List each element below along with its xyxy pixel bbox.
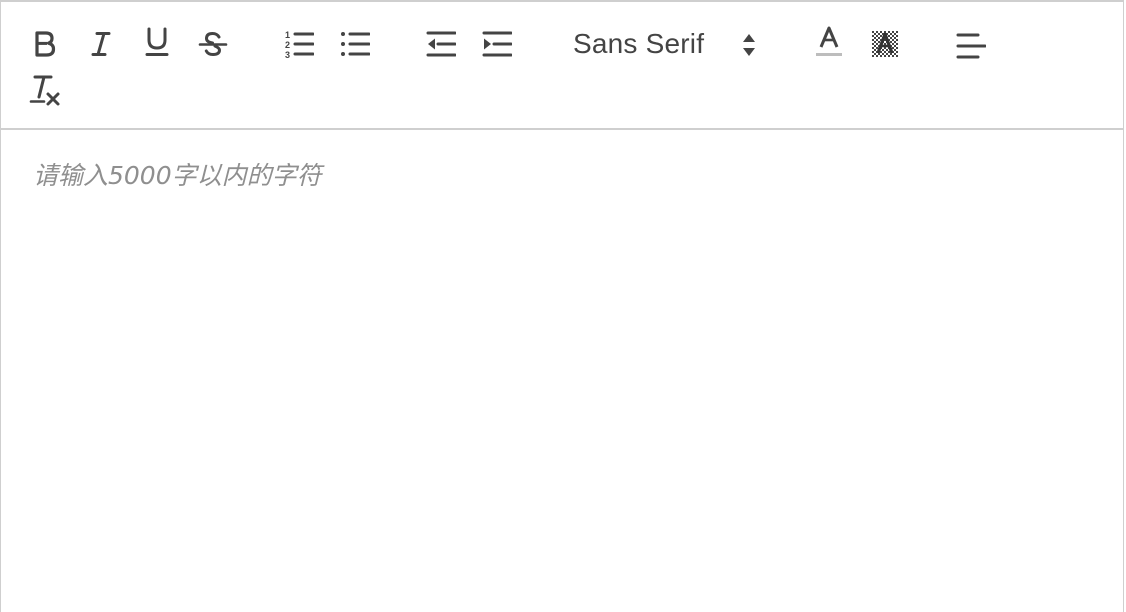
align-left-icon (956, 33, 986, 59)
strikethrough-button[interactable] (197, 28, 229, 60)
indent-icon (482, 31, 512, 57)
font-family-label: Sans Serif (573, 28, 705, 59)
bullet-list-button[interactable] (339, 28, 371, 60)
indent-button[interactable] (481, 28, 513, 60)
rich-text-editor: 1 2 3 Sans Serif 请输入5000字以内的字符 (0, 0, 1124, 612)
editor-placeholder: 请输入5000字以内的字符 (33, 161, 322, 190)
svg-text:3: 3 (285, 50, 290, 59)
text-color-button[interactable] (813, 26, 845, 58)
outdent-button[interactable] (425, 28, 457, 60)
font-family-picker[interactable]: Sans Serif (573, 26, 763, 62)
text-color-icon (816, 26, 842, 56)
bold-button[interactable] (29, 28, 61, 60)
strikethrough-icon (198, 31, 228, 57)
svg-text:1: 1 (285, 30, 290, 40)
background-color-button[interactable] (869, 28, 901, 60)
underline-button[interactable] (141, 26, 173, 58)
underline-icon (145, 27, 169, 56)
align-button[interactable] (955, 30, 987, 62)
italic-icon (91, 32, 111, 56)
bold-icon (35, 31, 56, 57)
clear-formatting-button[interactable] (29, 74, 61, 106)
bullet-list-icon (341, 32, 370, 56)
clear-formatting-icon (29, 75, 60, 106)
svg-text:2: 2 (285, 40, 290, 50)
up-down-arrow-icon (743, 34, 755, 56)
ordered-list-icon: 1 2 3 (285, 30, 314, 59)
ordered-list-button[interactable]: 1 2 3 (283, 28, 315, 60)
background-color-icon (872, 31, 898, 57)
editor-content-area[interactable]: 请输入5000字以内的字符 (1, 130, 1123, 610)
italic-button[interactable] (85, 28, 117, 60)
editor-toolbar: 1 2 3 Sans Serif (1, 2, 1123, 130)
outdent-icon (426, 31, 456, 57)
